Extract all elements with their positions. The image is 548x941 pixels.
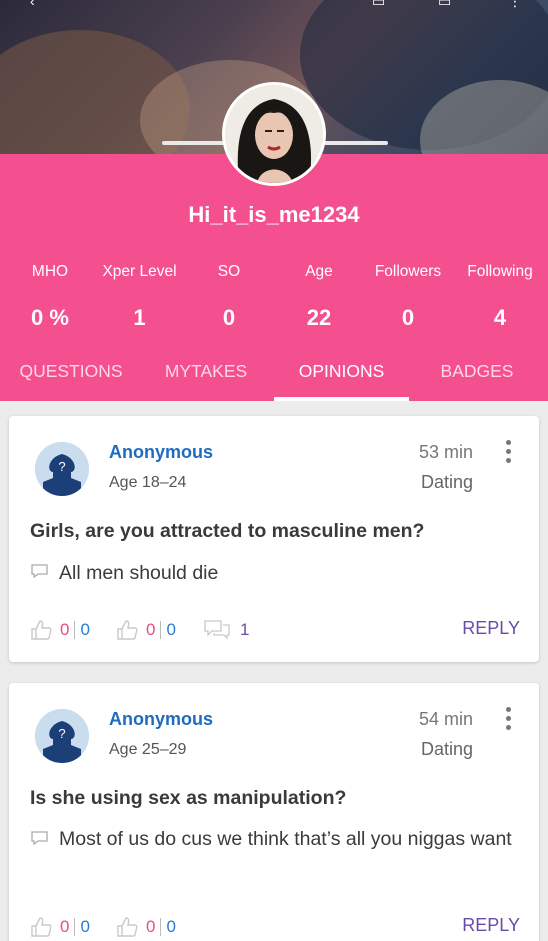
stat-label-age: Age <box>305 263 333 280</box>
svg-text:?: ? <box>58 459 65 474</box>
action-bar: 0 0 0 0 1 REPLY <box>30 618 520 642</box>
like-count-female: 0 <box>60 917 70 936</box>
author-age: Age 25–29 <box>109 741 187 758</box>
divider-right <box>322 141 388 145</box>
opinion-text: All men should die <box>59 562 219 584</box>
reply-button[interactable]: REPLY <box>462 618 520 639</box>
share-icon[interactable]: ▭ <box>438 0 451 8</box>
timestamp: 54 min <box>418 709 473 729</box>
more-options-icon[interactable] <box>503 707 513 733</box>
second-like-button[interactable]: 0 0 <box>116 915 176 939</box>
stat-label-following[interactable]: Following <box>458 263 542 281</box>
active-tab-indicator <box>274 397 409 401</box>
thumbs-up-outline-icon <box>117 917 138 937</box>
author-name[interactable]: Anonymous <box>109 442 213 463</box>
thumbs-up-icon <box>31 620 52 640</box>
reply-count: 1 <box>240 620 250 639</box>
add-friend-icon[interactable]: ▭ <box>372 0 385 8</box>
anonymous-avatar-icon: ? <box>35 709 89 763</box>
stat-value-following[interactable]: 4 <box>458 305 542 331</box>
timestamp: 53 min <box>418 442 473 462</box>
comment-icon <box>31 831 48 845</box>
topic-label[interactable]: Dating <box>421 472 473 493</box>
replies-button[interactable]: 1 <box>204 618 249 642</box>
thumbs-up-outline-icon <box>117 620 138 640</box>
stat-label-xper-level: Xper Level <box>102 263 177 280</box>
more-icon[interactable]: ⋮ <box>508 0 522 8</box>
second-count-female: 0 <box>146 917 156 936</box>
question-title[interactable]: Girls, are you attracted to masculine me… <box>30 520 424 543</box>
like-count-male: 0 <box>80 917 90 936</box>
divider-left <box>162 141 226 145</box>
second-like-button[interactable]: 0 0 <box>116 618 176 642</box>
tab-questions[interactable]: QUESTIONS <box>12 361 130 382</box>
svg-text:?: ? <box>58 726 65 741</box>
stat-value-followers[interactable]: 0 <box>364 305 452 331</box>
like-button[interactable]: 0 0 <box>30 915 90 939</box>
stat-value-xper-level: 1 <box>133 305 146 330</box>
stat-label-mho: MHO <box>31 263 69 280</box>
like-count-female: 0 <box>60 620 70 639</box>
question-title[interactable]: Is she using sex as manipulation? <box>30 787 346 810</box>
second-count-male: 0 <box>166 620 176 639</box>
stat-label-so: SO <box>217 263 241 280</box>
author-name[interactable]: Anonymous <box>109 709 213 730</box>
replies-icon <box>204 620 230 640</box>
back-arrow-icon[interactable]: ‹ <box>30 0 35 8</box>
action-bar: 0 0 0 0 REPLY <box>30 915 520 939</box>
second-count-female: 0 <box>146 620 156 639</box>
reply-button[interactable]: REPLY <box>462 915 520 936</box>
stat-label-followers[interactable]: Followers <box>364 263 452 281</box>
anonymous-avatar-icon: ? <box>35 442 89 496</box>
more-options-icon[interactable] <box>503 440 513 466</box>
tab-mytakes[interactable]: MYTAKES <box>150 361 262 382</box>
topic-label[interactable]: Dating <box>421 739 473 760</box>
tab-badges[interactable]: BADGES <box>424 361 530 382</box>
stat-value-so: 0 <box>222 305 236 330</box>
stat-value-mho: 0 % <box>31 305 69 330</box>
comment-icon <box>31 564 48 578</box>
second-count-male: 0 <box>166 917 176 936</box>
like-button[interactable]: 0 0 <box>30 618 90 642</box>
username: Hi_it_is_me1234 <box>188 202 360 227</box>
tab-opinions[interactable]: OPINIONS <box>276 361 407 382</box>
stat-value-age: 22 <box>306 305 332 330</box>
like-count-male: 0 <box>80 620 90 639</box>
profile-avatar[interactable] <box>222 82 326 186</box>
thumbs-up-icon <box>31 917 52 937</box>
opinion-card[interactable]: ? Anonymous Age 25–29 54 min Dating Is s… <box>9 683 539 941</box>
opinion-card[interactable]: ? Anonymous Age 18–24 53 min Dating Girl… <box>9 416 539 662</box>
opinion-text: Most of us do cus we think that’s all yo… <box>59 828 512 850</box>
author-age: Age 18–24 <box>109 474 187 491</box>
